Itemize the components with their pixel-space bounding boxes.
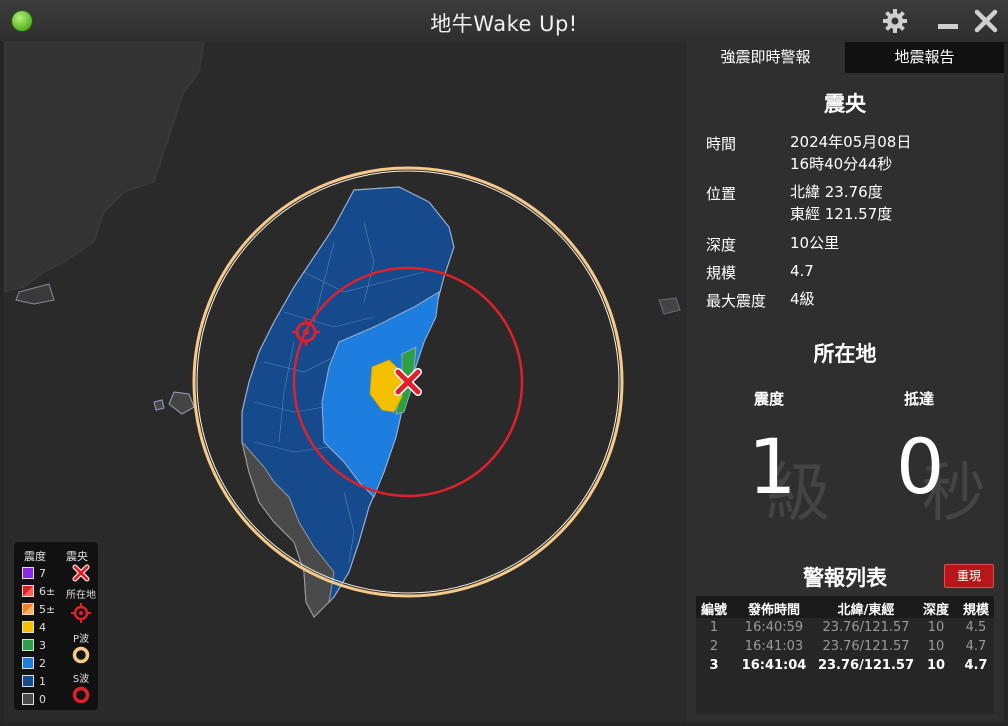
- time-clock: 16時40分44秒: [790, 155, 893, 173]
- legend-swatch: [22, 603, 34, 615]
- header-latlon: 北緯/東經: [837, 603, 895, 618]
- time-date: 2024年05月08日: [790, 133, 912, 151]
- tab-earthquake-report[interactable]: 地震報告: [845, 42, 1004, 73]
- info-panel: 強震即時警報 地震報告 震央 時間 2024年05月08日 16時40分44秒 …: [686, 42, 1004, 722]
- header-time: 發佈時間: [747, 603, 800, 618]
- max-intensity-label: 最大震度: [706, 292, 767, 310]
- map-legend: 震度 震央 7 6± 5± 4 3 2 1 0 所在地 P波 S波: [14, 542, 98, 710]
- legend-swatch: [22, 621, 34, 633]
- legend-level-6: 6±: [22, 584, 55, 598]
- intensity-map[interactable]: [4, 42, 685, 722]
- header-magnitude: 規模: [962, 603, 989, 618]
- legend-level-1: 1: [22, 674, 46, 688]
- legend-p-wave-header: P波: [72, 634, 90, 645]
- legend-intensity-header: 震度: [24, 550, 46, 563]
- legend-swatch: [22, 639, 34, 651]
- header-depth: 深度: [922, 603, 949, 618]
- local-intensity-label: 震度: [754, 390, 785, 408]
- alert-table: 編號 發佈時間 北緯/東經 深度 規模 1 16:40:59 23.76/121…: [696, 596, 994, 714]
- depth-label: 深度: [706, 236, 737, 254]
- epicenter-icon: [64, 564, 98, 585]
- table-row[interactable]: 3 16:41:04 23.76/121.57 10 4.7: [696, 658, 994, 676]
- position-label: 位置: [706, 185, 737, 203]
- legend-swatch: [22, 675, 34, 687]
- longitude-value: 東經 121.57度: [790, 205, 893, 223]
- alert-table-header: 編號 發佈時間 北緯/東經 深度 規模: [696, 596, 994, 618]
- max-intensity-value: 4級: [790, 290, 815, 308]
- local-intensity-value: 1: [748, 422, 797, 511]
- map-canvas: [4, 42, 681, 618]
- epicenter-title: 震央: [824, 92, 866, 116]
- tab-bar: 強震即時警報 地震報告: [686, 42, 1004, 73]
- legend-level-4: 4: [22, 620, 46, 634]
- title-bar[interactable]: 地牛Wake Up!: [0, 0, 1008, 43]
- window-title: 地牛Wake Up!: [430, 12, 578, 36]
- magnitude-value: 4.7: [790, 262, 814, 280]
- table-row[interactable]: 1 16:40:59 23.76/121.57 10 4.5: [696, 620, 994, 638]
- close-icon[interactable]: [972, 7, 1000, 35]
- magnitude-label: 規模: [706, 264, 737, 282]
- legend-level-3: 3: [22, 638, 46, 652]
- app-window: 地牛Wake Up! 震度 震央 7 6± 5± 4 3 2 1 0 所在地 P…: [0, 0, 1008, 726]
- header-id: 編號: [700, 603, 727, 618]
- arrival-seconds-value: 0: [896, 422, 945, 511]
- legend-location-header: 所在地: [66, 590, 96, 601]
- location-title: 所在地: [813, 342, 877, 366]
- legend-swatch: [22, 657, 34, 669]
- legend-level-2: 2: [22, 656, 46, 670]
- depth-value: 10公里: [790, 234, 840, 252]
- s-wave-icon: [64, 686, 98, 707]
- tab-realtime-alert[interactable]: 強震即時警報: [686, 42, 845, 73]
- gear-icon[interactable]: [881, 7, 909, 35]
- legend-level-0: 0: [22, 692, 46, 706]
- legend-level-5: 5±: [22, 602, 55, 616]
- arrival-label: 抵達: [904, 390, 935, 408]
- time-label: 時間: [706, 135, 737, 153]
- legend-s-wave-header: S波: [72, 674, 90, 685]
- legend-epicenter-header: 震央: [66, 550, 88, 563]
- latitude-value: 北緯 23.76度: [790, 183, 883, 201]
- replay-button[interactable]: 重現: [944, 564, 994, 588]
- location-marker-icon: [64, 602, 98, 627]
- table-row[interactable]: 2 16:41:03 23.76/121.57 10 4.7: [696, 639, 994, 657]
- p-wave-icon: [64, 646, 98, 667]
- legend-swatch: [22, 693, 34, 705]
- legend-level-7: 7: [22, 566, 46, 580]
- legend-swatch: [22, 567, 34, 579]
- legend-swatch: [22, 585, 34, 597]
- minimize-icon[interactable]: [934, 7, 962, 35]
